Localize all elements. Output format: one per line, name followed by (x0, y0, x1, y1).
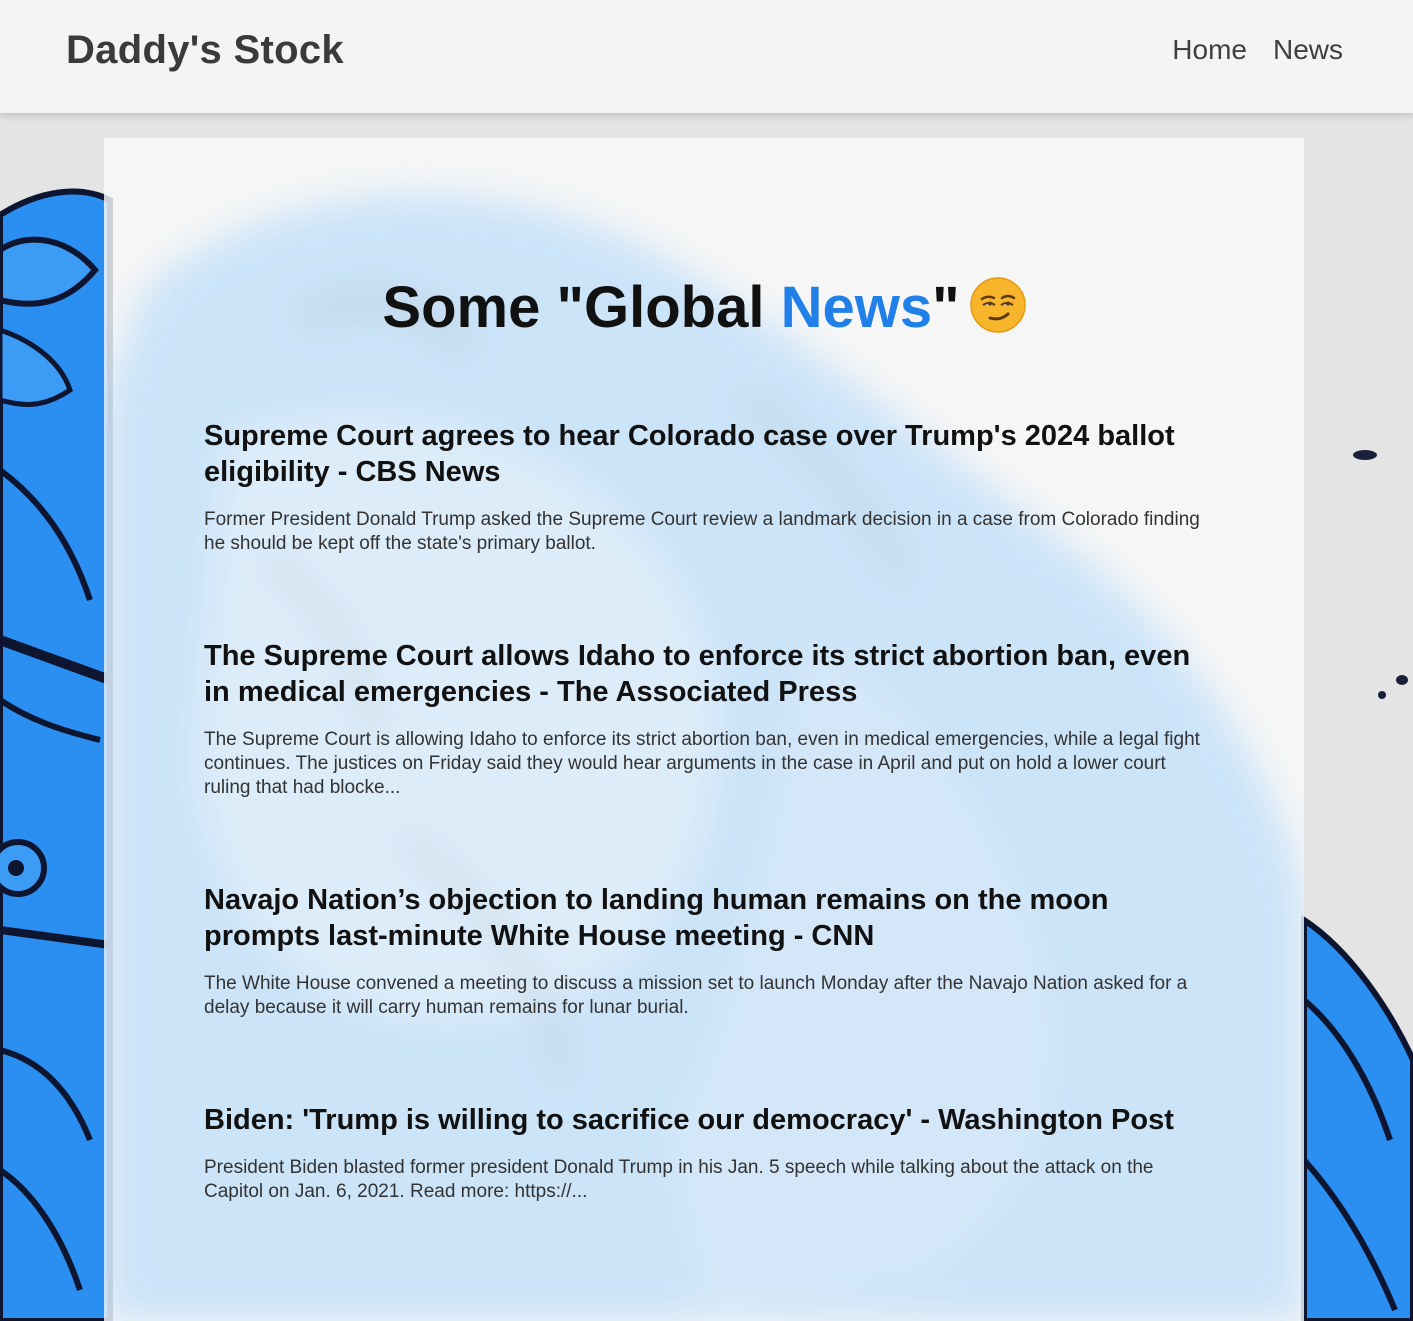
news-headline[interactable]: The Supreme Court allows Idaho to enforc… (204, 638, 1204, 710)
news-item: Biden: 'Trump is willing to sacrifice ou… (204, 1102, 1204, 1204)
news-headline[interactable]: Supreme Court agrees to hear Colorado ca… (204, 418, 1204, 490)
page-title-accent: News (780, 275, 933, 340)
news-item: The Supreme Court allows Idaho to enforc… (204, 638, 1204, 800)
news-headline[interactable]: Navajo Nation’s objection to landing hum… (204, 882, 1204, 954)
news-item: Navajo Nation’s objection to landing hum… (204, 882, 1204, 1020)
relieved-smirk-face-icon (969, 277, 1026, 333)
page-title: Some "Global News" (104, 274, 1304, 341)
page: Daddy's Stock Home News Some "Global New… (0, 0, 1413, 1321)
news-item: Supreme Court agrees to hear Colorado ca… (204, 418, 1204, 556)
news-description: The Supreme Court is allowing Idaho to e… (204, 729, 1200, 798)
nav-link-news[interactable]: News (1273, 34, 1343, 66)
brand-logo-link[interactable]: Daddy's Stock (66, 28, 344, 73)
news-description: Former President Donald Trump asked the … (204, 509, 1200, 554)
news-card: Some "Global News" Supreme Court agrees … (104, 138, 1304, 1321)
nav-link-home[interactable]: Home (1172, 34, 1247, 66)
page-title-suffix: " (932, 275, 960, 340)
news-headline[interactable]: Biden: 'Trump is willing to sacrifice ou… (204, 1102, 1204, 1138)
news-description: President Biden blasted former president… (204, 1157, 1154, 1202)
news-description: The White House convened a meeting to di… (204, 973, 1188, 1018)
navbar: Daddy's Stock Home News (0, 0, 1413, 113)
nav-links: Home News (1172, 34, 1343, 66)
page-title-prefix: Some "Global (382, 275, 781, 340)
